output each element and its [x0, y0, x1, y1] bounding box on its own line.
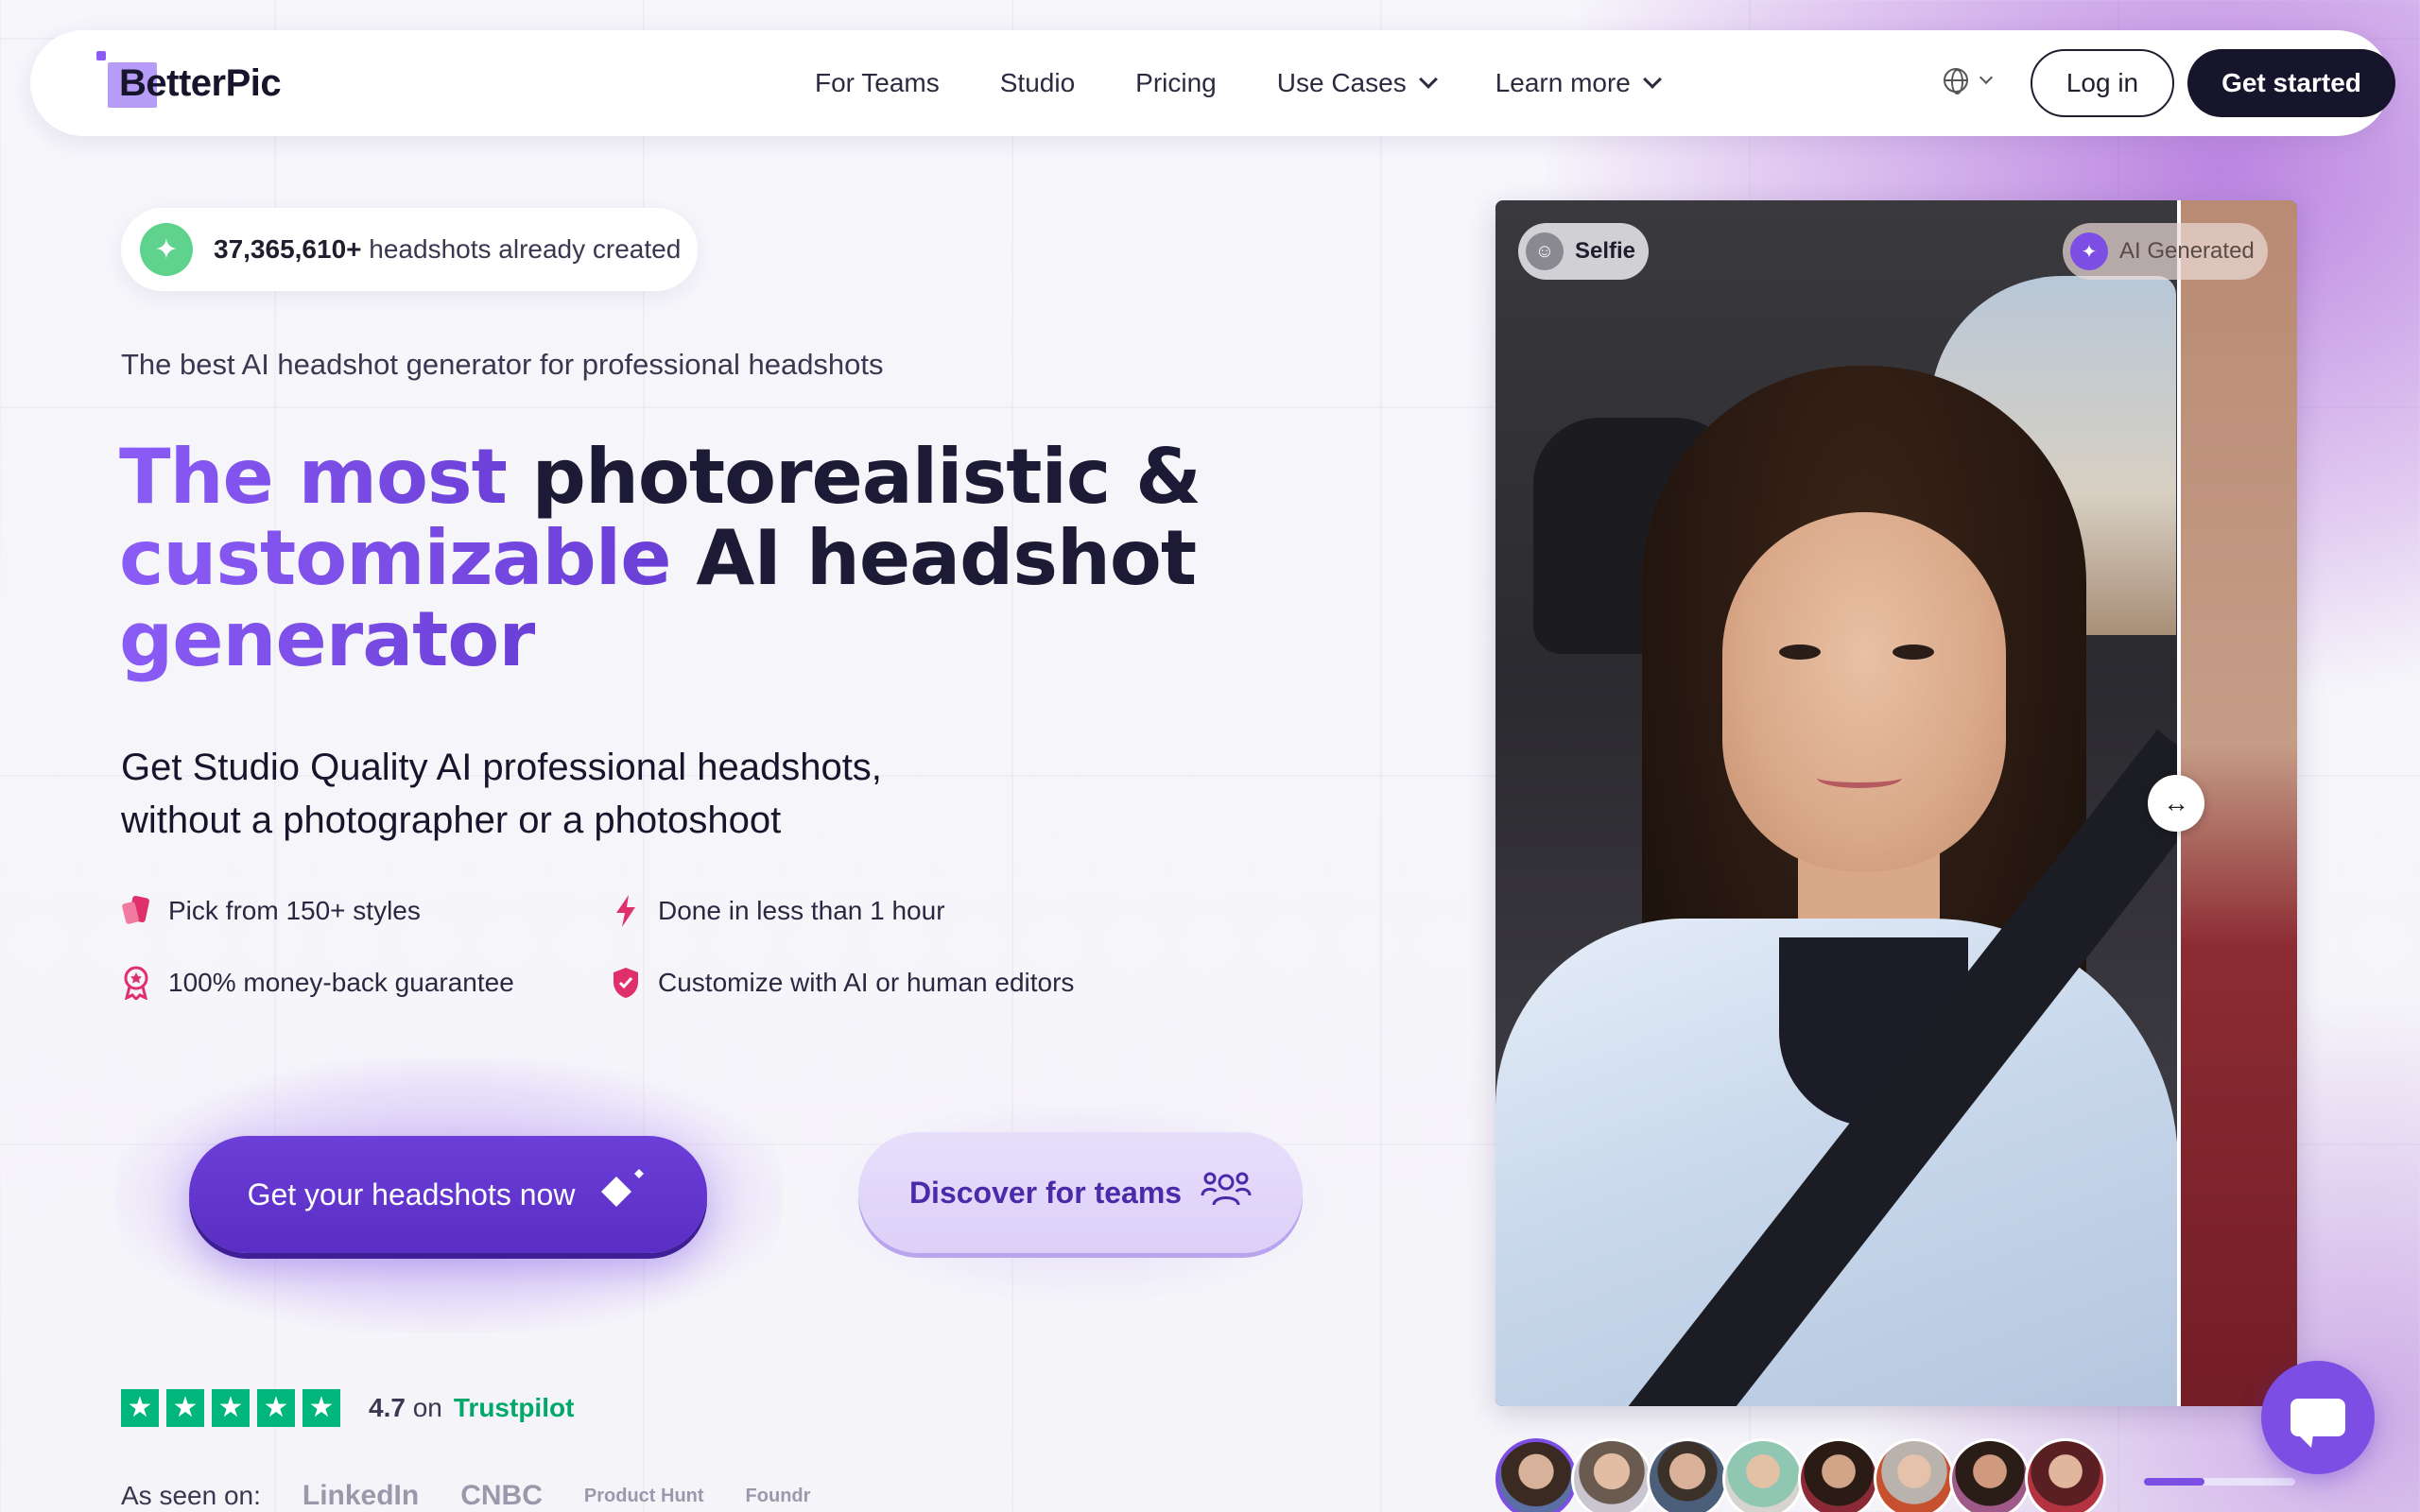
person-smile — [1817, 767, 1902, 788]
star-icon: ★ — [257, 1389, 295, 1427]
star-icon: ★ — [121, 1389, 159, 1427]
thumbnail-avatar[interactable] — [1874, 1438, 1955, 1512]
logo-text: BetterPic — [119, 61, 282, 104]
headline-part-3: generator — [119, 595, 536, 683]
headshots-count-badge: ✦ 37,365,610+ headshots already created — [121, 208, 698, 291]
hero-subhead: Get Studio Quality AI professional heads… — [121, 741, 972, 847]
nav-link-for-teams[interactable]: For Teams — [815, 68, 940, 98]
star-icon: ★ — [166, 1389, 204, 1427]
feature-item: Pick from 150+ styles — [121, 894, 611, 928]
headline-part-1a: The most — [119, 433, 532, 521]
nav-link-label: Learn more — [1495, 68, 1631, 97]
star-icon: ★ — [212, 1389, 250, 1427]
nav-link-label: Studio — [999, 68, 1076, 97]
carousel-progress-fill — [2144, 1478, 2204, 1486]
hero-headline: The most photorealistic & customizable A… — [119, 437, 1206, 680]
thumbnail-avatar[interactable] — [1949, 1438, 2031, 1512]
selfie-label: ☺ Selfie — [1518, 223, 1650, 280]
thumbnail-avatar[interactable] — [1495, 1438, 1577, 1512]
example-thumbnails — [1495, 1438, 2106, 1512]
seen-label: As seen on: — [121, 1481, 261, 1510]
nav-link-label: For Teams — [815, 68, 940, 97]
feature-label: Done in less than 1 hour — [658, 896, 945, 925]
logo-dot — [96, 51, 106, 60]
person-face — [1722, 512, 2006, 871]
cnbc-logo: CNBC — [460, 1480, 543, 1511]
thumbnail-avatar[interactable] — [2025, 1438, 2106, 1512]
rating-value: 4.7 — [369, 1393, 406, 1422]
thumbnail-avatar[interactable] — [1798, 1438, 1879, 1512]
star-icon: ★ — [302, 1389, 340, 1427]
top-navigation: BetterPic For Teams Studio Pricing Use C… — [30, 30, 2395, 136]
shield-check-icon — [611, 967, 641, 999]
get-started-button[interactable]: Get started — [2187, 49, 2395, 117]
cta-primary-label: Get your headshots now — [247, 1177, 576, 1211]
badge-text: 37,365,610+ headshots already created — [214, 234, 681, 265]
headline-part-2a: customizable — [119, 514, 671, 602]
globe-icon — [1944, 68, 1968, 94]
chevron-down-icon — [1642, 70, 1662, 89]
sparkle-icon: ✦ — [2070, 232, 2108, 270]
subhead-line-2: without a photographer or a photoshoot — [121, 799, 782, 841]
subhead-line-1: Get Studio Quality AI professional heads… — [121, 747, 882, 788]
thumbnail-avatar[interactable] — [1647, 1438, 1728, 1512]
cta-secondary-label: Discover for teams — [908, 1175, 1183, 1210]
headline-part-2b: AI headshot — [696, 514, 1197, 602]
comparison-slider-handle[interactable]: ↔ — [2148, 775, 2204, 832]
chevron-down-icon — [1418, 70, 1438, 89]
nav-links: For Teams Studio Pricing Use Cases Learn… — [815, 30, 1720, 136]
feature-label: Customize with AI or human editors — [658, 968, 1075, 997]
nav-link-label: Pricing — [1135, 68, 1217, 97]
person-eye — [1893, 644, 1934, 660]
feature-item: 100% money-back guarantee — [121, 966, 611, 1000]
ai-label-text: AI Generated — [2119, 238, 2255, 264]
lightning-icon — [611, 895, 641, 927]
get-headshots-button[interactable]: Get your headshots now — [189, 1136, 707, 1253]
login-button[interactable]: Log in — [2031, 49, 2174, 117]
nav-link-pricing[interactable]: Pricing — [1135, 68, 1217, 98]
foundr-logo: Foundr — [745, 1485, 811, 1506]
selfie-label-text: Selfie — [1575, 238, 1636, 264]
badge-count: 37,365,610+ — [214, 234, 362, 264]
language-selector[interactable] — [1944, 68, 1994, 94]
selfie-photo — [1495, 200, 2178, 1406]
headline-part-1b: photorealistic & — [531, 433, 1201, 521]
hero-tagline: The best AI headshot generator for profe… — [121, 348, 884, 381]
chevron-down-icon — [1979, 70, 1994, 85]
nav-link-use-cases[interactable]: Use Cases — [1276, 68, 1438, 98]
sparkle-diamond-icon — [596, 1167, 648, 1222]
trustpilot-rating[interactable]: ★ ★ ★ ★ ★ 4.7 on Trustpilot — [121, 1389, 574, 1427]
discover-teams-button[interactable]: Discover for teams — [858, 1132, 1303, 1253]
feature-label: 100% money-back guarantee — [168, 968, 514, 997]
nav-link-learn-more[interactable]: Learn more — [1495, 68, 1662, 98]
feature-list: Pick from 150+ styles Done in less than … — [121, 894, 1161, 1000]
nav-link-studio[interactable]: Studio — [1000, 68, 1075, 98]
trustpilot-brand: Trustpilot — [453, 1393, 575, 1422]
selfie-icon: ☺ — [1526, 232, 1564, 270]
award-ribbon-icon — [121, 966, 151, 1000]
person-eye — [1779, 644, 1821, 660]
chat-bubble-icon — [2290, 1399, 2345, 1448]
carousel-progress — [2144, 1478, 2295, 1486]
betterpic-logo[interactable]: BetterPic — [96, 51, 282, 115]
badge-caption: headshots already created — [369, 234, 682, 264]
team-users-icon — [1201, 1169, 1252, 1216]
ai-generated-label: ✦ AI Generated — [2063, 223, 2268, 280]
feature-item: Customize with AI or human editors — [611, 966, 1102, 1000]
rating-on: on — [412, 1393, 442, 1422]
product-hunt-logo: Product Hunt — [583, 1485, 704, 1506]
as-seen-on: As seen on: LinkedIn CNBC Product Hunt F… — [121, 1480, 810, 1512]
nav-link-label: Use Cases — [1276, 68, 1407, 97]
feature-label: Pick from 150+ styles — [168, 896, 421, 925]
trust-score: 4.7 on — [369, 1393, 442, 1423]
linkedin-logo: LinkedIn — [302, 1480, 420, 1511]
thumbnail-avatar[interactable] — [1722, 1438, 1804, 1512]
sparkle-icon: ✦ — [140, 223, 193, 276]
chat-widget-button[interactable] — [2261, 1361, 2375, 1474]
thumbnail-avatar[interactable] — [1571, 1438, 1652, 1512]
style-cards-icon — [121, 895, 151, 927]
feature-item: Done in less than 1 hour — [611, 894, 1102, 928]
